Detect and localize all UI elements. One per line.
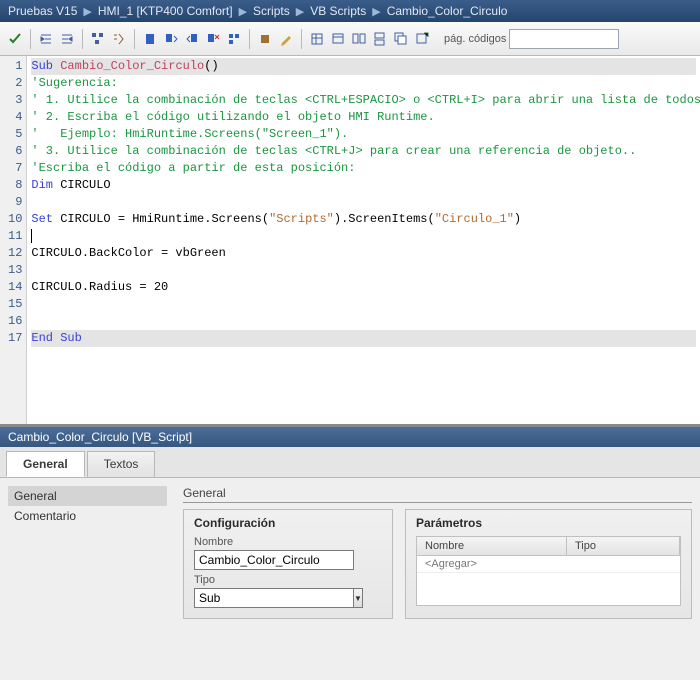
pages-label: pág. códigos xyxy=(444,33,506,45)
code-line[interactable]: Set CIRCULO = HmiRuntime.Screens("Script… xyxy=(31,211,696,228)
bookmark-list-icon[interactable] xyxy=(225,30,243,48)
chevron-down-icon[interactable]: ▼ xyxy=(354,588,363,608)
type-label: Tipo xyxy=(194,574,382,586)
window-icon[interactable] xyxy=(329,30,347,48)
code-area[interactable]: Sub Cambio_Color_Circulo()'Sugerencia:' … xyxy=(27,56,700,424)
bookmark-clear-icon[interactable] xyxy=(204,30,222,48)
code-line[interactable] xyxy=(31,228,696,245)
panel-title: Cambio_Color_Circulo [VB_Script] xyxy=(0,427,700,447)
chevron-right-icon: ▶ xyxy=(239,5,247,18)
group-title: Parámetros xyxy=(416,516,681,530)
edit-icon[interactable] xyxy=(277,30,295,48)
line-gutter: 1234567891011121314151617 xyxy=(0,56,27,424)
group-configuracion: Configuración Nombre Tipo ▼ xyxy=(183,509,393,619)
col-tipo[interactable]: Tipo xyxy=(567,537,680,555)
code-line[interactable]: ' 1. Utilice la combinación de teclas <C… xyxy=(31,92,696,109)
window-stack-icon[interactable] xyxy=(371,30,389,48)
tool-icon[interactable] xyxy=(256,30,274,48)
code-line[interactable]: End Sub xyxy=(31,330,696,347)
breadcrumb-item[interactable]: Pruebas V15 xyxy=(8,4,77,18)
indent-icon[interactable] xyxy=(37,30,55,48)
code-editor[interactable]: 1234567891011121314151617 Sub Cambio_Col… xyxy=(0,56,700,426)
group-parametros: Parámetros Nombre Tipo <Agregar> xyxy=(405,509,692,619)
sidebar-item-comentario[interactable]: Comentario xyxy=(8,506,167,526)
toolbar: pág. códigos xyxy=(0,22,700,56)
code-line[interactable]: 'Escriba el código a partir de esta posi… xyxy=(31,160,696,177)
name-label: Nombre xyxy=(194,536,382,548)
code-line[interactable]: CIRCULO.BackColor = vbGreen xyxy=(31,245,696,262)
breadcrumb: Pruebas V15 ▶ HMI_1 [KTP400 Comfort] ▶ S… xyxy=(0,0,700,22)
code-line[interactable]: ' 3. Utilice la combinación de teclas <C… xyxy=(31,143,696,160)
tab-general[interactable]: General xyxy=(6,451,85,477)
type-combo[interactable] xyxy=(194,588,354,608)
code-line[interactable] xyxy=(31,262,696,279)
properties-panel: Cambio_Color_Circulo [VB_Script] General… xyxy=(0,426,700,680)
window-tile-icon[interactable] xyxy=(350,30,368,48)
bookmark-prev-icon[interactable] xyxy=(183,30,201,48)
comment-icon[interactable] xyxy=(110,30,128,48)
code-line[interactable] xyxy=(31,313,696,330)
window-cascade-icon[interactable] xyxy=(392,30,410,48)
check-icon[interactable] xyxy=(6,30,24,48)
chevron-right-icon: ▶ xyxy=(296,5,304,18)
bookmark-icon[interactable] xyxy=(141,30,159,48)
sidebar-item-general[interactable]: General xyxy=(8,486,167,506)
bookmark-next-icon[interactable] xyxy=(162,30,180,48)
breadcrumb-item[interactable]: VB Scripts xyxy=(310,4,366,18)
code-line[interactable]: CIRCULO.Radius = 20 xyxy=(31,279,696,296)
pages-input[interactable] xyxy=(509,29,619,49)
code-line[interactable]: Dim CIRCULO xyxy=(31,177,696,194)
chevron-right-icon: ▶ xyxy=(83,5,91,18)
code-line[interactable]: ' Ejemplo: HmiRuntime.Screens("Screen_1"… xyxy=(31,126,696,143)
tabs-row: General Textos xyxy=(0,447,700,477)
col-nombre[interactable]: Nombre xyxy=(417,537,567,555)
window-new-icon[interactable] xyxy=(413,30,431,48)
code-line[interactable]: ' 2. Escriba el código utilizando el obj… xyxy=(31,109,696,126)
group-title: Configuración xyxy=(194,516,382,530)
add-row[interactable]: <Agregar> xyxy=(417,556,567,572)
code-line[interactable] xyxy=(31,296,696,313)
code-line[interactable]: 'Sugerencia: xyxy=(31,75,696,92)
outdent-icon[interactable] xyxy=(58,30,76,48)
breadcrumb-item[interactable]: HMI_1 [KTP400 Comfort] xyxy=(98,4,233,18)
params-table[interactable]: Nombre Tipo <Agregar> xyxy=(416,536,681,606)
tree-icon[interactable] xyxy=(89,30,107,48)
code-line[interactable]: Sub Cambio_Color_Circulo() xyxy=(31,58,696,75)
chevron-right-icon: ▶ xyxy=(372,5,380,18)
tab-textos[interactable]: Textos xyxy=(87,451,156,477)
table-icon[interactable] xyxy=(308,30,326,48)
code-line[interactable] xyxy=(31,194,696,211)
breadcrumb-item[interactable]: Cambio_Color_Circulo xyxy=(387,4,508,18)
section-title: General xyxy=(183,484,692,503)
name-input[interactable] xyxy=(194,550,354,570)
properties-sidebar: General Comentario xyxy=(0,478,175,680)
breadcrumb-item[interactable]: Scripts xyxy=(253,4,290,18)
properties-content: General Configuración Nombre Tipo ▼ Pará… xyxy=(175,478,700,680)
